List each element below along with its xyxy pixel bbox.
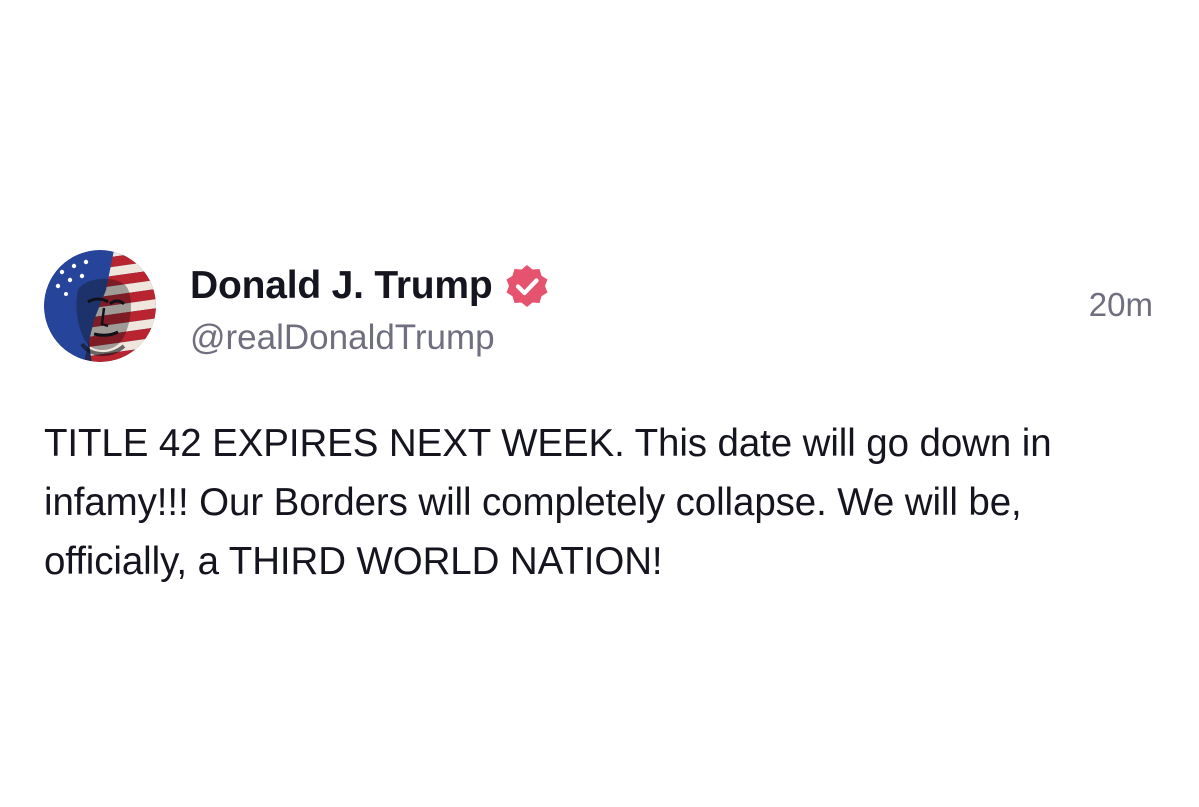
avatar[interactable]	[44, 250, 156, 362]
avatar-image	[44, 250, 156, 362]
verified-badge-icon	[503, 262, 551, 310]
author-row: Donald J. Trump	[190, 262, 551, 310]
post-body-text: TITLE 42 EXPIRES NEXT WEEK. This date wi…	[44, 422, 1052, 583]
author-display-name[interactable]: Donald J. Trump	[190, 264, 493, 308]
post-card: Donald J. Trump @realDonaldTrump 20m TIT…	[0, 0, 1199, 807]
author-handle[interactable]: @realDonaldTrump	[190, 318, 495, 358]
post-timestamp[interactable]: 20m	[1089, 286, 1153, 324]
